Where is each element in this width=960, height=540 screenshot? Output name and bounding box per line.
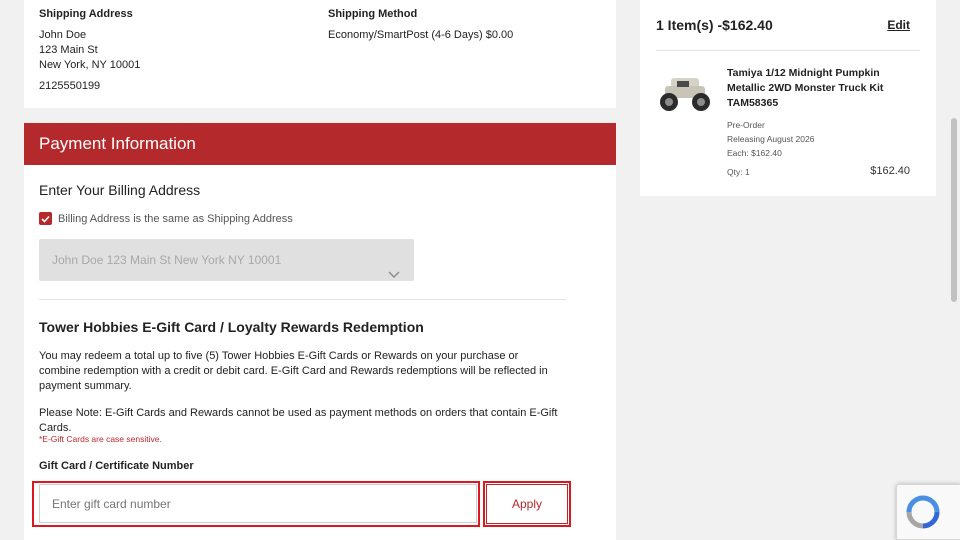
shipping-city: New York, NY 10001 <box>39 59 141 71</box>
case-sensitive-note: *E-Gift Cards are case sensitive. <box>39 434 162 444</box>
same-as-shipping-row[interactable]: Billing Address is the same as Shipping … <box>39 212 293 225</box>
billing-address-select[interactable]: John Doe 123 Main St New York NY 10001 <box>39 239 414 281</box>
order-summary: 1 Item(s) -$162.40 Edit Tamiya 1/12 Midn… <box>640 0 936 196</box>
summary-title: 1 Item(s) -$162.40 <box>656 17 773 33</box>
recaptcha-icon <box>906 495 940 529</box>
product-name-line2: Metallic 2WD Monster Truck Kit <box>727 82 884 94</box>
same-as-shipping-label: Billing Address is the same as Shipping … <box>58 212 293 225</box>
product-status: Pre-Order <box>727 120 765 130</box>
billing-title: Enter Your Billing Address <box>39 182 201 198</box>
product-each-price: Each: $162.40 <box>727 148 782 158</box>
shipping-address-heading: Shipping Address <box>39 8 133 20</box>
gift-card-input[interactable] <box>39 484 477 523</box>
section-gap <box>24 108 616 123</box>
gift-card-title: Tower Hobbies E-Gift Card / Loyalty Rewa… <box>39 319 424 335</box>
shipping-street: 123 Main St <box>39 44 98 56</box>
apply-button[interactable]: Apply <box>486 484 568 524</box>
product-image[interactable] <box>657 72 713 116</box>
shipping-name: John Doe <box>39 29 87 41</box>
gift-card-note: Please Note: E-Gift Cards and Rewards ca… <box>39 407 558 434</box>
shipping-method-heading: Shipping Method <box>328 8 418 20</box>
billing-address-value: John Doe 123 Main St New York NY 10001 <box>52 253 282 267</box>
product-sku: TAM58365 <box>727 97 779 109</box>
shipping-method-block: Shipping Method Economy/SmartPost (4-6 D… <box>328 7 513 43</box>
summary-divider <box>656 50 920 51</box>
gift-card-info: You may redeem a total up to five (5) To… <box>39 350 548 392</box>
payment-header: Payment Information <box>24 123 616 165</box>
product-name[interactable]: Tamiya 1/12 Midnight Pumpkin Metallic 2W… <box>727 66 917 111</box>
edit-cart-link[interactable]: Edit <box>887 18 910 32</box>
section-divider <box>39 299 566 300</box>
recaptcha-badge[interactable] <box>896 484 960 540</box>
product-qty: Qty: 1 <box>727 167 750 177</box>
gift-card-field-label: Gift Card / Certificate Number <box>39 460 194 472</box>
shipping-address-block: Shipping Address John Doe 123 Main St Ne… <box>39 7 140 94</box>
chevron-down-icon <box>388 254 400 296</box>
page-scrollbar[interactable] <box>948 0 960 540</box>
same-as-shipping-checkbox[interactable] <box>39 212 52 225</box>
product-line-total: $162.40 <box>870 165 910 177</box>
product-release: Releasing August 2026 <box>727 134 815 144</box>
scrollbar-thumb[interactable] <box>951 118 957 302</box>
shipping-method-value: Economy/SmartPost (4-6 Days) $0.00 <box>328 29 514 41</box>
shipping-phone: 2125550199 <box>39 80 101 92</box>
checkmark-icon <box>41 215 50 223</box>
product-name-line1: Tamiya 1/12 Midnight Pumpkin <box>727 67 880 79</box>
